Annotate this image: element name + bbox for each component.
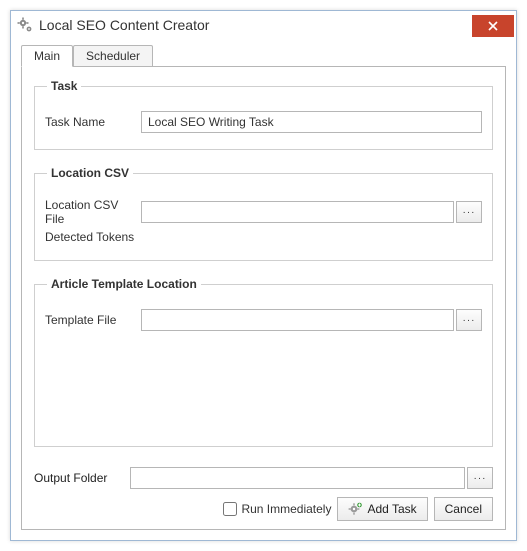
- window-title: Local SEO Content Creator: [39, 17, 472, 33]
- detected-tokens-label: Detected Tokens: [45, 230, 134, 244]
- group-location-csv-legend: Location CSV: [47, 166, 133, 180]
- run-immediately-checkbox-wrapper[interactable]: Run Immediately: [223, 502, 331, 516]
- close-button[interactable]: [472, 15, 514, 37]
- output-row: Output Folder ···: [34, 467, 493, 489]
- location-csv-file-label: Location CSV File: [45, 198, 141, 226]
- gear-plus-icon: [348, 502, 362, 516]
- location-csv-file-input[interactable]: [141, 201, 454, 223]
- dialog-window: Local SEO Content Creator Main Scheduler…: [10, 10, 517, 541]
- group-article-template: Article Template Location Template File …: [34, 277, 493, 447]
- run-immediately-checkbox[interactable]: [223, 502, 237, 516]
- task-name-input[interactable]: [141, 111, 482, 133]
- tabstrip: Main Scheduler: [21, 43, 506, 67]
- content-area: Main Scheduler Task Task Name Location C…: [11, 39, 516, 540]
- group-location-csv: Location CSV Location CSV File ··· Detec…: [34, 166, 493, 261]
- task-name-label: Task Name: [45, 115, 141, 129]
- group-article-template-legend: Article Template Location: [47, 277, 201, 291]
- template-file-browse-button[interactable]: ···: [456, 309, 482, 331]
- tab-scheduler[interactable]: Scheduler: [73, 45, 153, 67]
- gears-icon: [17, 17, 33, 33]
- template-file-label: Template File: [45, 313, 141, 327]
- run-immediately-label: Run Immediately: [241, 502, 331, 516]
- add-task-button[interactable]: Add Task: [337, 497, 427, 521]
- output-folder-browse-button[interactable]: ···: [467, 467, 493, 489]
- output-folder-label: Output Folder: [34, 471, 130, 485]
- tab-main[interactable]: Main: [21, 45, 73, 67]
- group-task-legend: Task: [47, 79, 81, 93]
- cancel-button-label: Cancel: [445, 502, 482, 516]
- output-folder-input[interactable]: [130, 467, 465, 489]
- template-file-input[interactable]: [141, 309, 454, 331]
- cancel-button[interactable]: Cancel: [434, 497, 493, 521]
- location-csv-browse-button[interactable]: ···: [456, 201, 482, 223]
- group-task: Task Task Name: [34, 79, 493, 150]
- titlebar: Local SEO Content Creator: [11, 11, 516, 39]
- add-task-button-label: Add Task: [367, 502, 416, 516]
- footer: Run Immediately: [34, 497, 493, 521]
- tabpanel-main: Task Task Name Location CSV Location CSV…: [21, 66, 506, 530]
